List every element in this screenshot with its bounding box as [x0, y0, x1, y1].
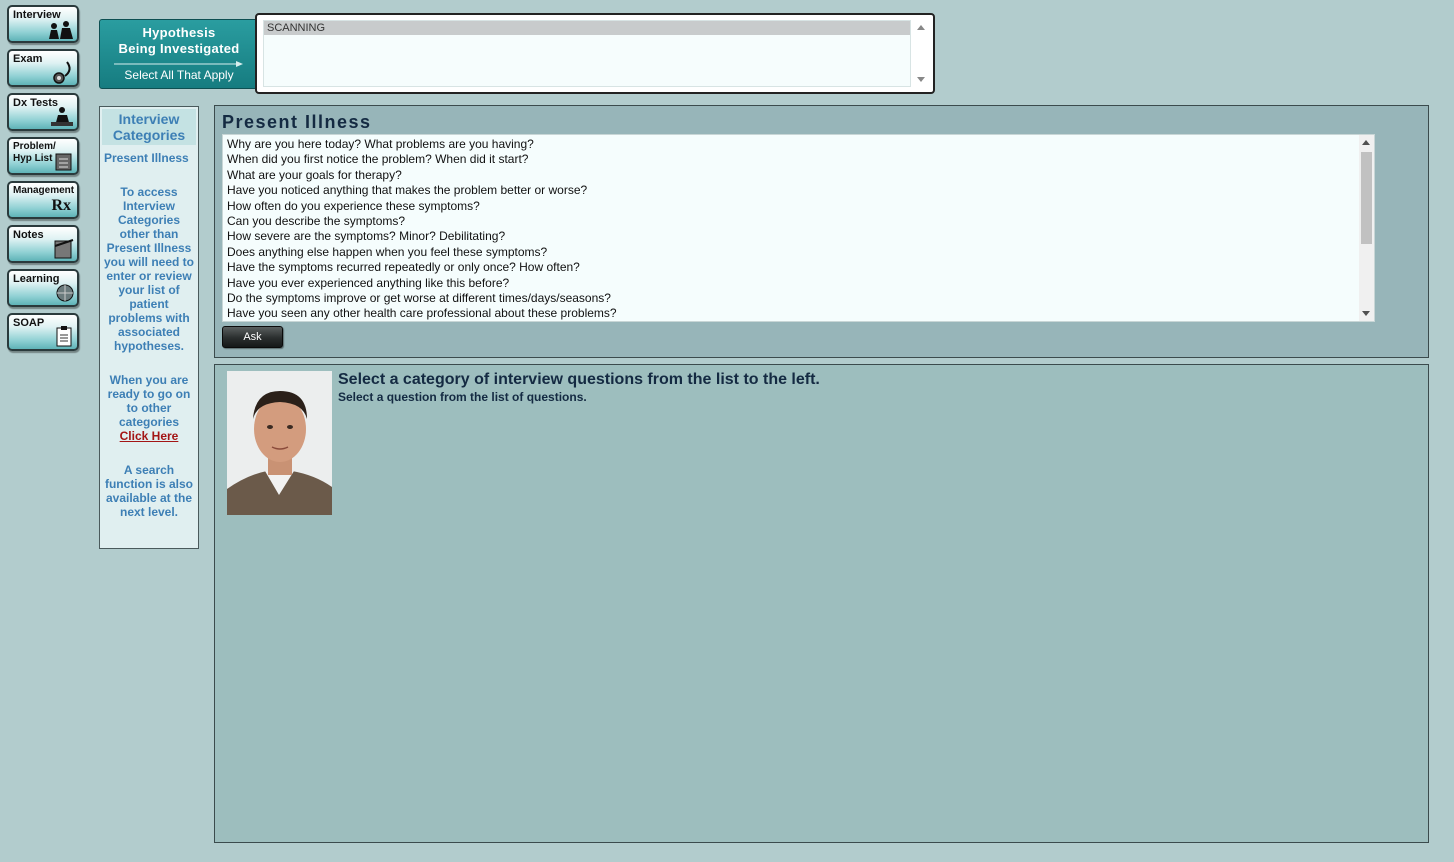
- nav-learning-button[interactable]: Learning: [7, 269, 79, 307]
- question-item[interactable]: What are your goals for therapy?: [223, 168, 1374, 183]
- hypothesis-list-scrollbar[interactable]: [915, 21, 927, 86]
- interview-icon: [49, 21, 73, 39]
- hypothesis-title: Hypothesis Being Investigated: [100, 25, 258, 57]
- interview-categories-heading: Interview Categories: [102, 109, 196, 145]
- patient-photo: [227, 371, 332, 515]
- response-heading: Select a category of interview questions…: [338, 371, 820, 388]
- stethoscope-icon: [53, 61, 71, 84]
- question-item[interactable]: Can you describe the symptoms?: [223, 214, 1374, 229]
- nav-management-button[interactable]: Management Rx: [7, 181, 79, 219]
- categories-instructions: To access Interview Categories other tha…: [103, 185, 194, 353]
- clipboard-icon: [56, 326, 72, 347]
- click-here-link[interactable]: Click Here: [102, 429, 196, 443]
- nav-exam-button[interactable]: Exam: [7, 49, 79, 87]
- hypothesis-option[interactable]: SCANNING: [264, 21, 910, 35]
- question-item[interactable]: Does anything else happen when you feel …: [223, 245, 1374, 260]
- question-list-scrollbar[interactable]: [1359, 135, 1374, 321]
- hypothesis-header: Hypothesis Being Investigated Select All…: [99, 19, 259, 89]
- globe-icon: [56, 284, 74, 302]
- nav-notes-label: Notes: [13, 229, 44, 241]
- question-item[interactable]: How often do you experience these sympto…: [223, 199, 1374, 214]
- question-item[interactable]: Have you noticed anything that makes the…: [223, 183, 1374, 198]
- question-list[interactable]: Why are you here today? What problems ar…: [222, 134, 1375, 322]
- question-item[interactable]: Have the symptoms recurred repeatedly or…: [223, 260, 1374, 275]
- nav-problem-list-button[interactable]: Problem/Hyp List: [7, 137, 79, 175]
- question-item[interactable]: When did you first notice the problem? W…: [223, 152, 1374, 167]
- microscope-icon: [51, 107, 73, 126]
- nav-interview-button[interactable]: Interview: [7, 5, 79, 43]
- notepad-icon: [54, 239, 74, 259]
- response-panel: Select a category of interview questions…: [214, 364, 1429, 843]
- nav-soap-button[interactable]: SOAP: [7, 313, 79, 351]
- present-illness-title: Present Illness: [222, 112, 372, 132]
- rx-icon: Rx: [51, 197, 71, 214]
- scroll-down-icon[interactable]: [917, 77, 925, 82]
- interview-categories-panel: Interview Categories Present Illness To …: [99, 106, 199, 549]
- question-item[interactable]: Have you ever experienced anything like …: [223, 276, 1374, 291]
- hypothesis-subtitle: Select All That Apply: [124, 68, 234, 82]
- ask-button[interactable]: Ask: [222, 326, 283, 348]
- question-item[interactable]: How severe are the symptoms? Minor? Debi…: [223, 229, 1374, 244]
- nav-problem-list-label: Problem/Hyp List: [13, 141, 56, 164]
- hypothesis-list[interactable]: SCANNING: [263, 20, 911, 87]
- checklist-icon: [55, 153, 72, 171]
- nav-notes-button[interactable]: Notes: [7, 225, 79, 263]
- nav-soap-label: SOAP: [13, 317, 45, 329]
- hypothesis-list-frame: SCANNING: [255, 13, 935, 94]
- category-present-illness[interactable]: Present Illness: [100, 151, 198, 165]
- question-item[interactable]: Why are you here today? What problems ar…: [223, 137, 1374, 152]
- scroll-down-icon[interactable]: [1362, 311, 1370, 316]
- scroll-thumb[interactable]: [1361, 152, 1372, 244]
- nav-dx-tests-button[interactable]: Dx Tests: [7, 93, 79, 131]
- scroll-up-icon[interactable]: [917, 25, 925, 30]
- question-item[interactable]: Do the symptoms improve or get worse at …: [223, 291, 1374, 306]
- categories-next-text: When you are ready to go on to other cat…: [107, 373, 191, 429]
- question-item[interactable]: Have you seen any other health care prof…: [223, 306, 1374, 321]
- categories-search-note: A search function is also available at t…: [104, 463, 193, 519]
- scroll-up-icon[interactable]: [1362, 140, 1370, 145]
- response-subheading: Select a question from the list of quest…: [338, 390, 587, 404]
- nav-management-label: Management: [13, 185, 75, 196]
- categories-next-step: When you are ready to go on to other cat…: [102, 373, 196, 443]
- present-illness-panel: Present Illness Why are you here today? …: [214, 105, 1429, 358]
- hypothesis-title-line1: Hypothesis: [142, 25, 216, 40]
- nav-exam-label: Exam: [13, 53, 43, 65]
- arrow-right-icon: [114, 61, 243, 67]
- hypothesis-title-line2: Being Investigated: [118, 41, 240, 56]
